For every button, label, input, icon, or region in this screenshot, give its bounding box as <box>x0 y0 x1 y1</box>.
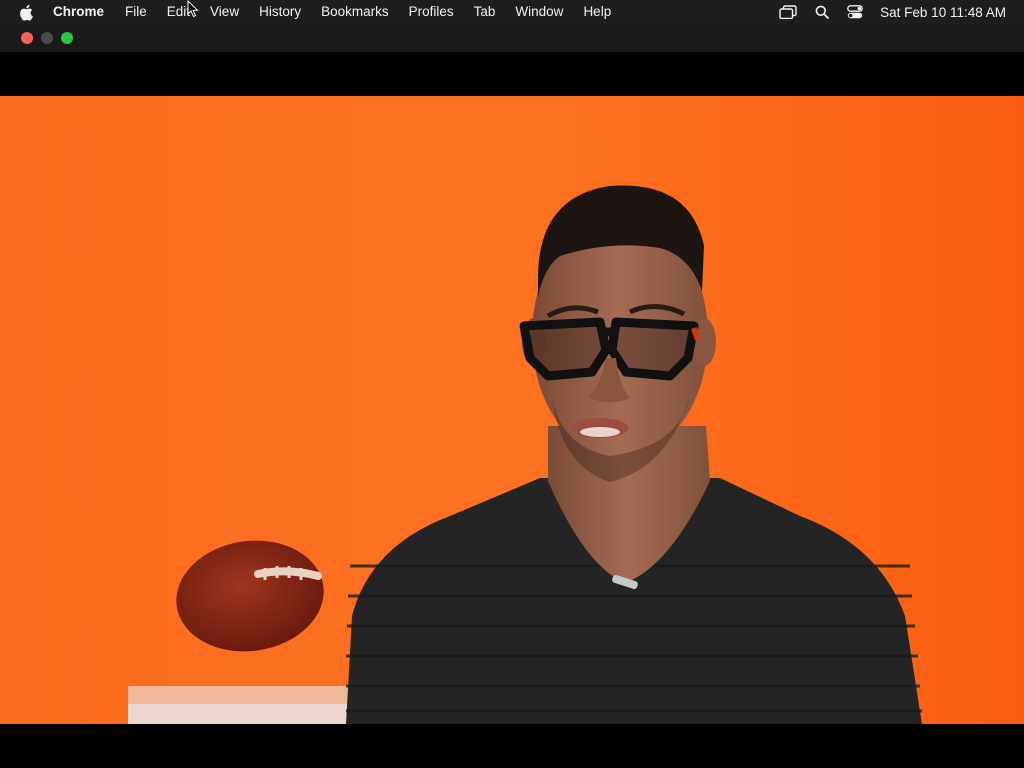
menu-window[interactable]: Window <box>505 0 573 24</box>
window-titlebar <box>0 24 1024 52</box>
screen-mirroring-icon[interactable] <box>779 0 797 24</box>
menu-bar-clock[interactable]: Sat Feb 10 11:48 AM <box>880 5 1006 20</box>
video-player[interactable] <box>0 52 1024 768</box>
menu-items: Chrome File Edit View History Bookmarks … <box>53 0 621 24</box>
menu-app-name[interactable]: Chrome <box>53 0 115 24</box>
window-minimize-button[interactable] <box>41 32 53 44</box>
video-frame[interactable] <box>0 96 1024 724</box>
menu-edit[interactable]: Edit <box>157 0 200 24</box>
menu-file[interactable]: File <box>115 0 157 24</box>
menu-bookmarks[interactable]: Bookmarks <box>311 0 399 24</box>
menu-bar: Chrome File Edit View History Bookmarks … <box>0 0 1024 24</box>
menu-profiles[interactable]: Profiles <box>399 0 464 24</box>
video-scene <box>0 96 1024 724</box>
window-close-button[interactable] <box>21 32 33 44</box>
apple-logo-icon[interactable] <box>18 3 34 21</box>
menu-help[interactable]: Help <box>573 0 621 24</box>
window-zoom-button[interactable] <box>61 32 73 44</box>
menu-history[interactable]: History <box>249 0 311 24</box>
status-area: Sat Feb 10 11:48 AM <box>761 0 1024 24</box>
menu-view[interactable]: View <box>200 0 249 24</box>
menu-tab[interactable]: Tab <box>464 0 506 24</box>
control-center-icon[interactable] <box>847 0 864 24</box>
spotlight-search-icon[interactable] <box>815 0 830 24</box>
